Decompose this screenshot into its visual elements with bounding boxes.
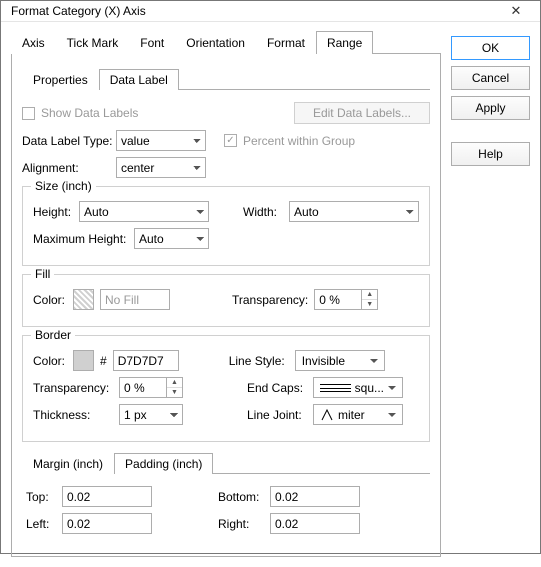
apply-button[interactable]: Apply	[451, 96, 530, 120]
fill-color-label: Color:	[33, 293, 67, 307]
endcap-icon	[320, 384, 351, 392]
window-title: Format Category (X) Axis	[11, 4, 496, 18]
fill-fieldset: Fill Color: Transparency: ▲▼	[22, 274, 430, 327]
linejoint-select[interactable]: miter	[313, 404, 403, 425]
data-label-type-label: Data Label Type:	[22, 134, 110, 148]
show-data-labels-label: Show Data Labels	[41, 106, 138, 120]
spinner-down-icon[interactable]: ▼	[362, 300, 377, 309]
pad-top-label: Top:	[26, 490, 56, 504]
main-tabbar: Axis Tick Mark Font Orientation Format R…	[11, 30, 441, 54]
tab-font[interactable]: Font	[129, 31, 175, 54]
tab-orientation[interactable]: Orientation	[175, 31, 256, 54]
size-legend: Size (inch)	[31, 179, 96, 193]
pad-bottom-label: Bottom:	[218, 490, 264, 504]
fill-transparency-label: Transparency:	[232, 293, 308, 307]
size-fieldset: Size (inch) Height: Auto Width: Auto Max…	[22, 186, 430, 266]
mp-tabbar: Margin (inch) Padding (inch)	[22, 452, 430, 474]
endcaps-select[interactable]: squ...	[313, 377, 403, 398]
border-transparency-spinner[interactable]: ▲▼	[119, 377, 183, 398]
pad-left-label: Left:	[26, 517, 56, 531]
border-color-label: Color:	[33, 354, 67, 368]
spinner-down-icon[interactable]: ▼	[167, 388, 182, 397]
mp-tab-padding[interactable]: Padding (inch)	[114, 453, 213, 474]
height-label: Height:	[33, 205, 73, 219]
border-color-swatch[interactable]	[73, 350, 94, 371]
miter-icon	[320, 408, 334, 422]
border-color-hex[interactable]	[113, 350, 179, 371]
fill-color-swatch[interactable]	[73, 289, 94, 310]
endcaps-label: End Caps:	[247, 381, 307, 395]
tab-content: Properties Data Label Show Data Labels E…	[11, 54, 441, 557]
width-label: Width:	[243, 205, 283, 219]
linestyle-label: Line Style:	[229, 354, 289, 368]
tab-format[interactable]: Format	[256, 31, 316, 54]
pad-right-input[interactable]	[270, 513, 360, 534]
maxheight-label: Maximum Height:	[33, 232, 128, 246]
tab-range[interactable]: Range	[316, 31, 373, 54]
height-select[interactable]: Auto	[79, 201, 209, 222]
border-legend: Border	[31, 328, 75, 342]
edit-data-labels-button[interactable]: Edit Data Labels...	[294, 102, 430, 124]
linejoint-label: Line Joint:	[247, 408, 307, 422]
alignment-select[interactable]: center	[116, 157, 206, 178]
pad-bottom-input[interactable]	[270, 486, 360, 507]
pad-right-label: Right:	[218, 517, 264, 531]
percent-checkbox[interactable]: ✓	[224, 134, 237, 147]
thickness-label: Thickness:	[33, 408, 113, 422]
ok-button[interactable]: OK	[451, 36, 530, 60]
fill-legend: Fill	[31, 267, 54, 281]
close-icon[interactable]: ✕	[496, 1, 536, 21]
fill-color-text[interactable]	[100, 289, 170, 310]
tab-axis[interactable]: Axis	[11, 31, 56, 54]
dialog-window: Format Category (X) Axis ✕ Axis Tick Mar…	[0, 0, 541, 554]
hash-icon: #	[100, 354, 107, 368]
thickness-select[interactable]: 1 px	[119, 404, 183, 425]
pad-top-input[interactable]	[62, 486, 152, 507]
pad-left-input[interactable]	[62, 513, 152, 534]
subtab-datalabel[interactable]: Data Label	[99, 69, 179, 90]
mp-tab-margin[interactable]: Margin (inch)	[22, 453, 114, 474]
spinner-up-icon[interactable]: ▲	[362, 290, 377, 300]
help-button[interactable]: Help	[451, 142, 530, 166]
tab-tickmark[interactable]: Tick Mark	[56, 31, 130, 54]
linestyle-select[interactable]: Invisible	[295, 350, 385, 371]
titlebar: Format Category (X) Axis ✕	[1, 1, 540, 22]
border-transparency-label: Transparency:	[33, 381, 113, 395]
cancel-button[interactable]: Cancel	[451, 66, 530, 90]
subtab-properties[interactable]: Properties	[22, 69, 99, 90]
data-label-type-select[interactable]: value	[116, 130, 206, 151]
maxheight-select[interactable]: Auto	[134, 228, 209, 249]
sub-tabbar: Properties Data Label	[22, 68, 430, 90]
button-column: OK Cancel Apply Help	[451, 30, 530, 557]
spinner-up-icon[interactable]: ▲	[167, 378, 182, 388]
show-data-labels-checkbox[interactable]	[22, 107, 35, 120]
fill-transparency-input[interactable]	[314, 289, 362, 310]
percent-label: Percent within Group	[243, 134, 355, 148]
fill-transparency-spinner[interactable]: ▲▼	[314, 289, 378, 310]
alignment-label: Alignment:	[22, 161, 110, 175]
border-fieldset: Border Color: # Line Style: Invisible Tr…	[22, 335, 430, 442]
border-transparency-input[interactable]	[119, 377, 167, 398]
width-select[interactable]: Auto	[289, 201, 419, 222]
